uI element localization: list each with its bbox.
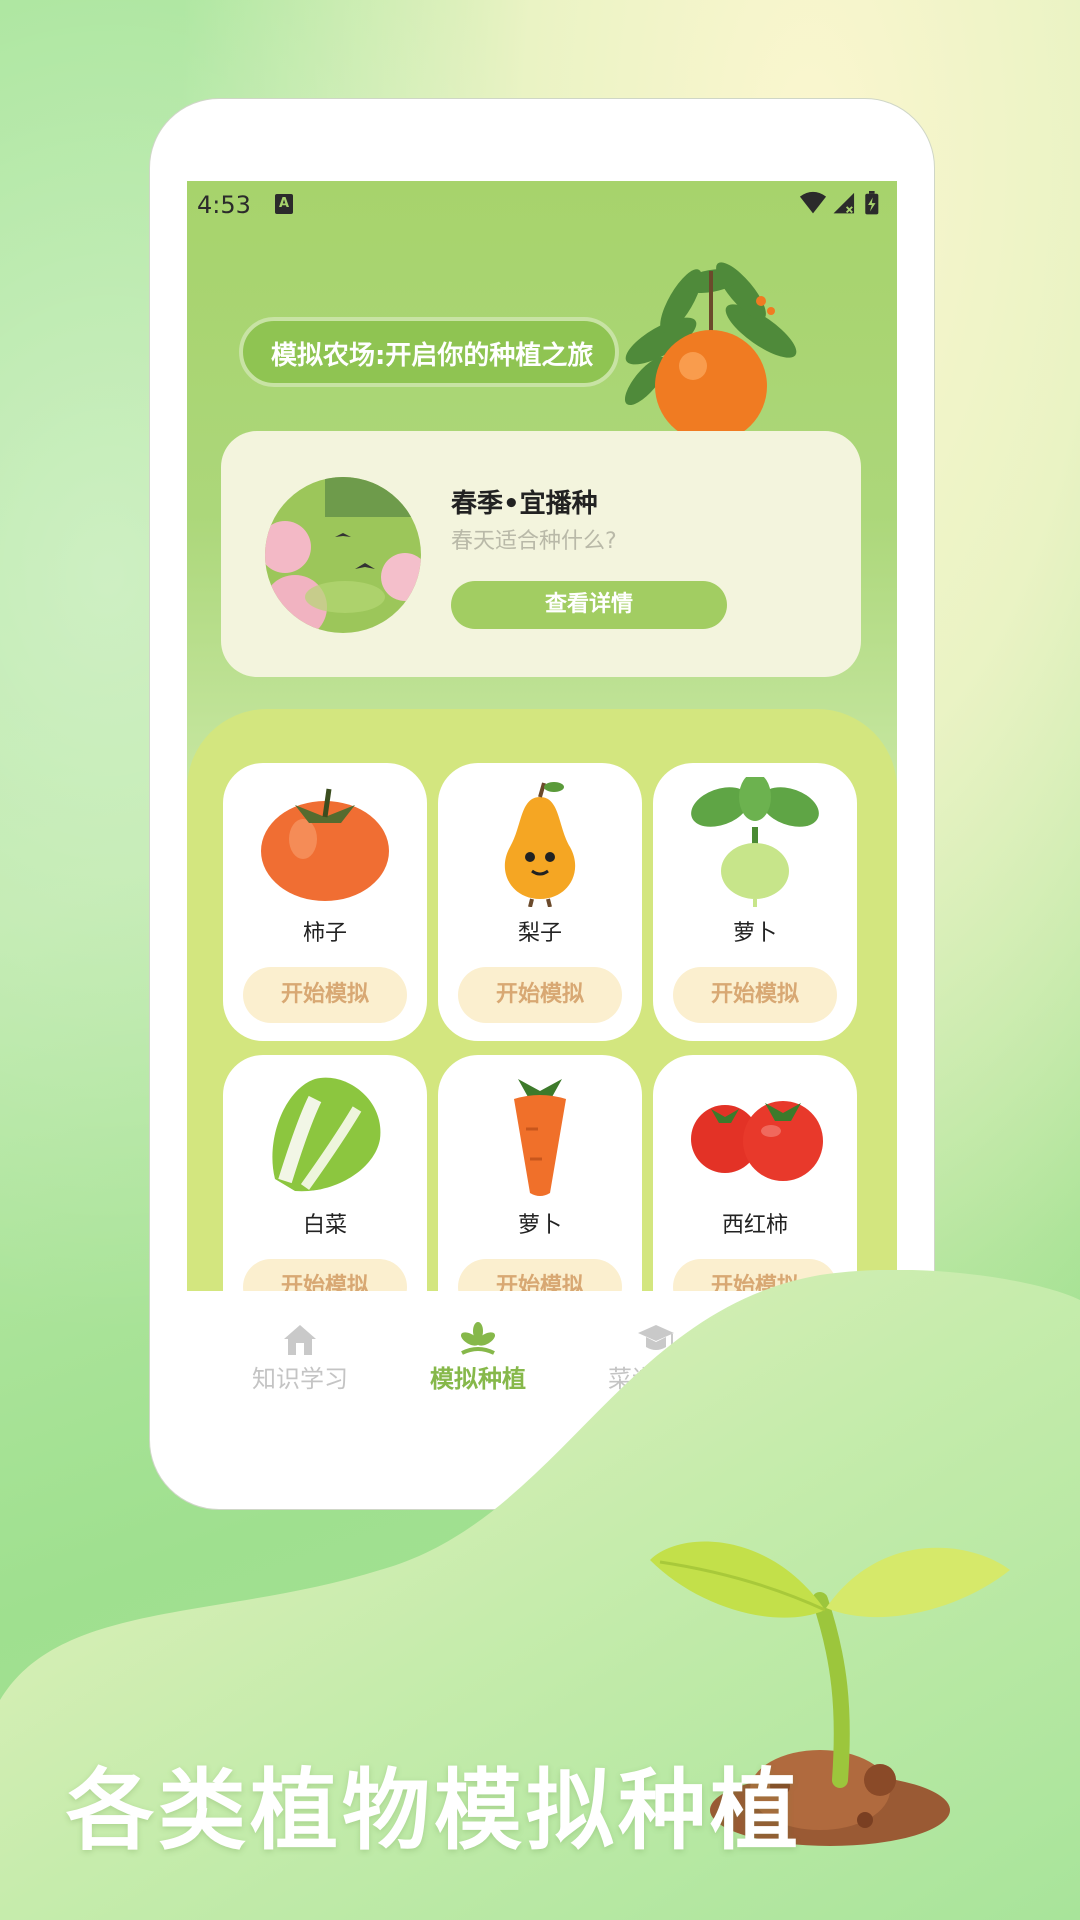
start-simulation-button[interactable]: 开始模拟 (458, 967, 622, 1023)
tomato-icon (691, 1101, 823, 1181)
status-time: 4:53 (197, 191, 251, 219)
status-bar: 4:53 A (187, 181, 897, 231)
plant-card-persimmon[interactable]: 柿子 开始模拟 (223, 763, 427, 1041)
status-icons (799, 191, 879, 215)
plant-name: 西红柿 (721, 1213, 788, 1238)
plant-name: 柿子 (302, 921, 347, 946)
season-card[interactable]: 春季•宜播种 春天适合种什么? 查看详情 (221, 431, 861, 677)
turnip-icon (691, 777, 819, 907)
plant-name: 梨子 (517, 921, 562, 946)
season-subtitle: 春天适合种什么? (451, 529, 617, 554)
carrot-icon (514, 1079, 566, 1196)
promo-background: 4:53 A 模拟农场:开启你的种植之旅 春季•宜播种 春天适合种什么? 查看详… (0, 0, 1080, 1920)
notification-icon: A (275, 194, 293, 214)
start-simulation-button[interactable]: 开始模拟 (673, 967, 837, 1023)
banner-title: 模拟农场:开启你的种植之旅 (271, 341, 594, 371)
promo-headline: 各类植物模拟种植 (66, 1759, 803, 1862)
app-screen: 4:53 A 模拟农场:开启你的种植之旅 春季•宜播种 春天适合种什么? 查看详… (187, 181, 897, 1291)
plant-name: 萝卜 (517, 1213, 562, 1238)
start-simulation-button[interactable]: 开始模拟 (243, 967, 407, 1023)
plant-card-carrot[interactable]: 萝卜 开始模拟 (438, 1055, 642, 1291)
plant-card-tomato[interactable]: 西红柿 开始模拟 (653, 1055, 857, 1291)
plant-card-cabbage[interactable]: 白菜 开始模拟 (223, 1055, 427, 1291)
spring-scene-image (265, 477, 421, 633)
plant-card-pear[interactable]: 梨子 开始模拟 (438, 763, 642, 1041)
pear-icon (504, 782, 576, 907)
orange-fruit-icon (624, 262, 797, 441)
view-details-button[interactable]: 查看详情 (451, 581, 727, 629)
plant-card-turnip[interactable]: 萝卜 开始模拟 (653, 763, 857, 1041)
persimmon-icon (261, 788, 389, 901)
cabbage-icon (272, 1077, 381, 1192)
plant-grid-panel: 柿子 开始模拟 梨子 开始模拟 萝卜 开始模拟 白菜 开始模拟 萝卜 开始模拟 … (187, 709, 897, 1291)
season-title: 春季•宜播种 (451, 489, 598, 519)
wifi-icon (799, 191, 827, 214)
plant-name: 白菜 (302, 1213, 347, 1238)
plant-name: 萝卜 (732, 921, 777, 946)
banner-pill: 模拟农场:开启你的种植之旅 (239, 317, 619, 387)
battery-icon (865, 191, 879, 215)
signal-icon (833, 192, 855, 214)
